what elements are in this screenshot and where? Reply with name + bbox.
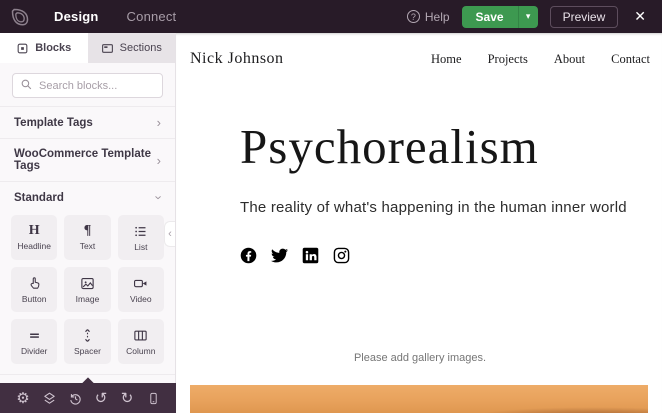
gallery-placeholder-text[interactable]: Please add gallery images. bbox=[190, 352, 650, 364]
tile-label: Image bbox=[76, 294, 100, 304]
nav-link-projects[interactable]: Projects bbox=[488, 52, 528, 67]
social-icons-row bbox=[240, 247, 650, 264]
layers-icon[interactable] bbox=[39, 388, 59, 408]
blocks-sidebar: Blocks Sections Template Tags › WooComme… bbox=[0, 33, 176, 383]
block-tile-video[interactable]: Video bbox=[118, 267, 164, 312]
sidebar-collapse-handle[interactable]: ‹ bbox=[164, 221, 175, 247]
tile-label: Headline bbox=[17, 241, 51, 251]
tab-design[interactable]: Design bbox=[40, 9, 113, 24]
settings-gear-icon[interactable]: ⚙ bbox=[13, 388, 33, 408]
button-icon bbox=[27, 276, 42, 291]
sections-tab-label: Sections bbox=[120, 42, 162, 54]
search-blocks-input[interactable] bbox=[12, 73, 163, 98]
sections-icon bbox=[101, 42, 114, 55]
blocks-icon bbox=[16, 42, 29, 55]
tile-label: Spacer bbox=[74, 346, 101, 356]
close-icon[interactable]: ✕ bbox=[630, 8, 650, 25]
revision-history-icon[interactable] bbox=[65, 388, 85, 408]
topbar: Design Connect ? Help Save ▾ Preview ✕ bbox=[0, 0, 662, 33]
tab-connect[interactable]: Connect bbox=[113, 9, 191, 24]
accordion-woocommerce-template-tags[interactable]: WooCommerce Template Tags › bbox=[0, 138, 175, 181]
block-tile-image[interactable]: Image bbox=[64, 267, 110, 312]
tile-label: Text bbox=[80, 241, 96, 251]
help-label: Help bbox=[425, 10, 450, 24]
help-button[interactable]: ? Help bbox=[407, 10, 450, 24]
seedprod-leaf-icon bbox=[10, 7, 30, 27]
seedprod-leaf-logo[interactable] bbox=[0, 0, 40, 33]
block-tile-headline[interactable]: H Headline bbox=[11, 215, 57, 260]
accordion-label: Standard bbox=[14, 192, 64, 204]
save-dropdown-caret-icon[interactable]: ▾ bbox=[518, 6, 538, 28]
site-nav: Home Projects About Contact bbox=[431, 52, 650, 67]
block-tile-spacer[interactable]: Spacer bbox=[64, 319, 110, 364]
hero-headline[interactable]: Psychorealism bbox=[240, 121, 650, 172]
block-tile-list[interactable]: List bbox=[118, 215, 164, 260]
help-circle-icon: ? bbox=[407, 10, 420, 23]
linkedin-icon[interactable] bbox=[302, 247, 319, 264]
nav-link-about[interactable]: About bbox=[554, 52, 585, 67]
accordion-label: WooCommerce Template Tags bbox=[14, 148, 157, 172]
tab-blocks[interactable]: Blocks bbox=[0, 33, 88, 63]
block-tile-divider[interactable]: Divider bbox=[11, 319, 57, 364]
live-preview-canvas: Nick Johnson Home Projects About Contact… bbox=[176, 33, 662, 413]
chevron-right-icon: › bbox=[157, 116, 161, 129]
nav-link-contact[interactable]: Contact bbox=[611, 52, 650, 67]
save-button[interactable]: Save bbox=[462, 6, 518, 28]
facebook-icon[interactable] bbox=[240, 247, 257, 264]
twitter-icon[interactable] bbox=[271, 247, 288, 264]
mobile-preview-icon[interactable] bbox=[143, 388, 163, 408]
list-icon bbox=[133, 224, 148, 239]
tile-label: Divider bbox=[21, 346, 47, 356]
accordion-template-tags[interactable]: Template Tags › bbox=[0, 106, 175, 138]
redo-icon[interactable]: ↻ bbox=[117, 388, 137, 408]
site-header: Nick Johnson Home Projects About Contact bbox=[190, 33, 650, 68]
tile-label: Button bbox=[22, 294, 47, 304]
sunset-hero-image[interactable] bbox=[190, 385, 648, 413]
tile-label: Video bbox=[130, 294, 152, 304]
video-icon bbox=[133, 276, 148, 291]
block-tile-button[interactable]: Button bbox=[11, 267, 57, 312]
text-icon: ¶ bbox=[84, 224, 92, 238]
chevron-right-icon: › bbox=[157, 154, 161, 167]
save-split-button: Save ▾ bbox=[462, 6, 538, 28]
blocks-tab-label: Blocks bbox=[35, 42, 71, 54]
headline-icon: H bbox=[29, 224, 40, 238]
site-brand[interactable]: Nick Johnson bbox=[190, 50, 284, 68]
standard-blocks-grid: H Headline ¶ Text List Button bbox=[0, 213, 175, 374]
undo-icon[interactable]: ↺ bbox=[91, 388, 111, 408]
nav-link-home[interactable]: Home bbox=[431, 52, 462, 67]
chevron-down-icon: › bbox=[152, 195, 165, 199]
block-tile-column[interactable]: Column bbox=[118, 319, 164, 364]
accordion-label: Template Tags bbox=[14, 117, 93, 129]
spacer-icon bbox=[80, 328, 95, 343]
tab-sections[interactable]: Sections bbox=[88, 33, 176, 63]
hero-subtitle[interactable]: The reality of what's happening in the h… bbox=[240, 199, 650, 216]
tile-label: List bbox=[134, 242, 147, 252]
hero-section: Psychorealism The reality of what's happ… bbox=[190, 121, 650, 264]
block-tile-text[interactable]: ¶ Text bbox=[64, 215, 110, 260]
preview-button[interactable]: Preview bbox=[550, 6, 619, 28]
builder-bottom-toolbar: ⚙ ↺ ↻ bbox=[0, 383, 176, 413]
accordion-standard[interactable]: Standard › bbox=[0, 181, 175, 213]
divider-icon bbox=[27, 328, 42, 343]
instagram-icon[interactable] bbox=[333, 247, 350, 264]
tile-label: Column bbox=[126, 346, 155, 356]
search-icon bbox=[20, 78, 33, 91]
image-icon bbox=[80, 276, 95, 291]
column-icon bbox=[133, 328, 148, 343]
